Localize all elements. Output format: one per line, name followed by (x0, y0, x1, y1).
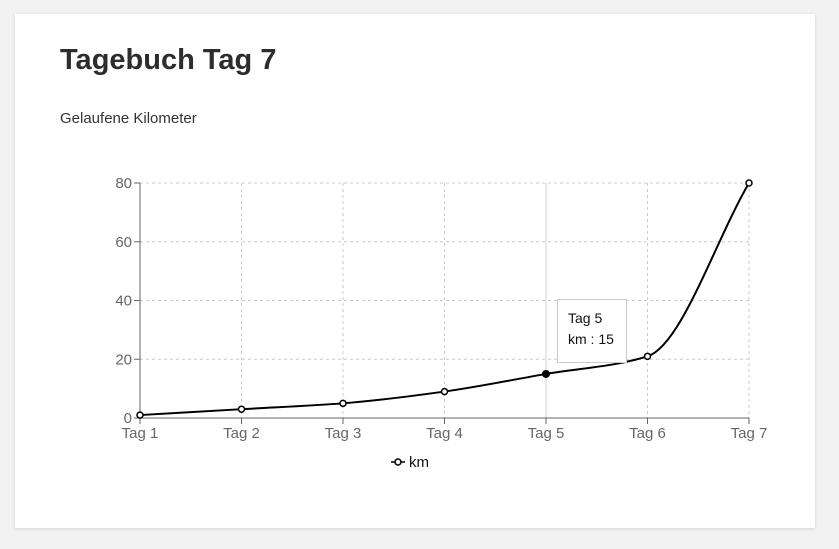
legend-label-km[interactable]: km (409, 454, 429, 471)
data-point[interactable] (237, 405, 246, 413)
x-tick-label: Tag 3 (325, 425, 362, 442)
x-tick-label: Tag 5 (528, 425, 565, 442)
line-chart: 020406080Tag 1 Tag 2 Tag 3 Tag 4 Tag 5 Tag 6T… (115, 175, 767, 471)
tooltip-value: 15 (598, 331, 614, 347)
data-point[interactable] (339, 399, 347, 408)
chart-grid (140, 182, 750, 418)
chart-tooltip: Tag 5 km : 15 (557, 299, 627, 363)
data-point-active[interactable] (542, 369, 550, 378)
y-tick-label: 40 (115, 293, 132, 310)
data-point[interactable] (440, 387, 449, 396)
tooltip-label: Tag 5 (568, 310, 603, 326)
tooltip-value-line: km : 15 (568, 329, 626, 350)
x-tick-label: Tag 4 (426, 425, 463, 442)
tooltip-series-name: km (568, 331, 587, 347)
chart-axes: 020406080Tag 1 Tag 2 Tag 3 Tag 4 Tag 5 Tag 6T… (115, 175, 767, 442)
y-tick-label: 20 (115, 351, 132, 368)
data-point[interactable] (643, 352, 652, 361)
tooltip-separator: : (586, 331, 599, 347)
y-tick-label: 60 (115, 234, 132, 251)
legend-marker-icon (394, 458, 402, 466)
chart-legend[interactable]: km (391, 454, 429, 471)
data-point[interactable] (136, 411, 144, 419)
x-tick-label: Tag 2 (223, 425, 260, 442)
x-tick-label: Tag 1 (122, 425, 159, 442)
data-point[interactable] (745, 179, 753, 187)
y-tick-label: 80 (115, 175, 132, 192)
x-tick-label: Tag 7 (731, 425, 768, 442)
x-tick-label: Tag 6 (629, 425, 666, 442)
